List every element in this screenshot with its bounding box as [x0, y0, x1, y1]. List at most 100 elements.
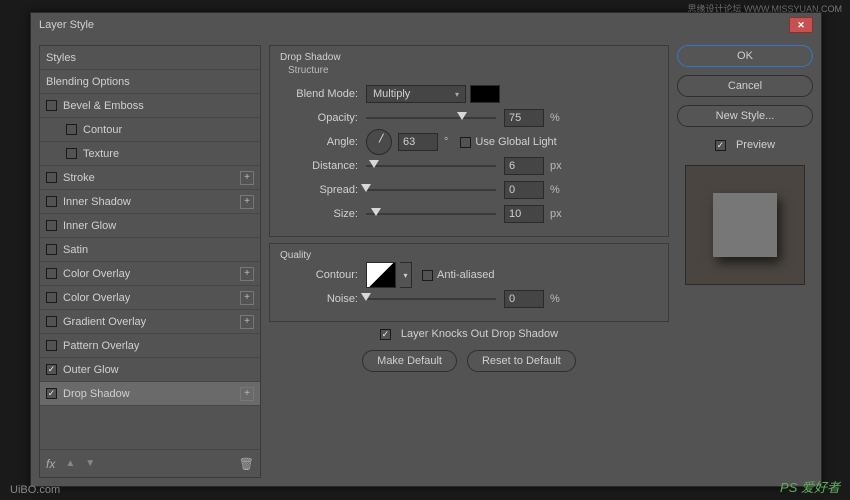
sidebar-item-outer-glow[interactable]: Outer Glow — [40, 358, 260, 382]
sidebar-label: Satin — [63, 244, 254, 256]
layer-style-dialog: Layer Style ✕ Styles Blending Options Beve… — [30, 12, 822, 487]
opacity-slider[interactable] — [366, 111, 496, 125]
preview-swatch — [713, 193, 777, 257]
distance-unit: px — [550, 160, 562, 172]
add-icon[interactable]: + — [240, 291, 254, 305]
right-panel: OK Cancel New Style... Preview — [677, 45, 813, 478]
global-light-checkbox[interactable] — [460, 137, 471, 148]
close-button[interactable]: ✕ — [789, 17, 813, 33]
add-icon[interactable]: + — [240, 315, 254, 329]
checkbox[interactable] — [66, 148, 77, 159]
quality-group: Quality Contour: ▾ Anti-aliased Noise: 0… — [269, 243, 669, 322]
checkbox[interactable] — [46, 292, 57, 303]
structure-title: Structure — [288, 65, 658, 76]
spread-unit: % — [550, 184, 560, 196]
titlebar: Layer Style ✕ — [31, 13, 821, 37]
sidebar-item-color-overlay[interactable]: Color Overlay+ — [40, 262, 260, 286]
distance-input[interactable]: 6 — [504, 157, 544, 175]
sidebar-label: Outer Glow — [63, 364, 254, 376]
knockout-checkbox[interactable] — [380, 329, 391, 340]
angle-label: Angle: — [280, 136, 366, 148]
quality-title: Quality — [280, 250, 658, 261]
sidebar-item-pattern-overlay[interactable]: Pattern Overlay — [40, 334, 260, 358]
structure-group: Drop Shadow Structure Blend Mode: Multip… — [269, 45, 669, 237]
sidebar-item-contour[interactable]: Contour — [40, 118, 260, 142]
angle-dial[interactable] — [366, 129, 392, 155]
contour-picker[interactable] — [366, 262, 396, 288]
size-slider[interactable] — [366, 207, 496, 221]
checkbox[interactable] — [46, 316, 57, 327]
size-label: Size: — [280, 208, 366, 220]
sidebar-label: Inner Shadow — [63, 196, 240, 208]
blend-mode-select[interactable]: Multiply ▾ — [366, 85, 466, 103]
cancel-button[interactable]: Cancel — [677, 75, 813, 97]
sidebar-item-stroke[interactable]: Stroke+ — [40, 166, 260, 190]
checkbox[interactable] — [46, 172, 57, 183]
sidebar-item-inner-shadow[interactable]: Inner Shadow+ — [40, 190, 260, 214]
antialiased-checkbox[interactable] — [422, 270, 433, 281]
make-default-button[interactable]: Make Default — [362, 350, 457, 372]
sidebar-label: Pattern Overlay — [63, 340, 254, 352]
noise-slider[interactable] — [366, 292, 496, 306]
size-input[interactable]: 10 — [504, 205, 544, 223]
knockout-label: Layer Knocks Out Drop Shadow — [401, 328, 558, 340]
checkbox[interactable] — [46, 196, 57, 207]
sidebar-label: Color Overlay — [63, 268, 240, 280]
sidebar-item-satin[interactable]: Satin — [40, 238, 260, 262]
arrow-up-icon[interactable]: ▲ — [65, 458, 75, 469]
sidebar-item-drop-shadow[interactable]: Drop Shadow+ — [40, 382, 260, 406]
drop-shadow-title: Drop Shadow — [280, 52, 658, 63]
checkbox[interactable] — [46, 220, 57, 231]
arrow-down-icon[interactable]: ▼ — [85, 458, 95, 469]
sidebar-item-styles[interactable]: Styles — [40, 46, 260, 70]
sidebar-item-bevel-emboss[interactable]: Bevel & Emboss — [40, 94, 260, 118]
fx-icon[interactable]: fx — [46, 457, 55, 471]
sidebar-label: Gradient Overlay — [63, 316, 240, 328]
spread-slider[interactable] — [366, 183, 496, 197]
spread-label: Spread: — [280, 184, 366, 196]
checkbox[interactable] — [66, 124, 77, 135]
sidebar-label: Contour — [83, 124, 254, 136]
checkbox[interactable] — [46, 340, 57, 351]
sidebar-item-blending-options[interactable]: Blending Options — [40, 70, 260, 94]
add-icon[interactable]: + — [240, 195, 254, 209]
ok-button[interactable]: OK — [677, 45, 813, 67]
checkbox[interactable] — [46, 100, 57, 111]
distance-label: Distance: — [280, 160, 366, 172]
antialiased-label: Anti-aliased — [437, 269, 494, 281]
spread-input[interactable]: 0 — [504, 181, 544, 199]
contour-dropdown[interactable]: ▾ — [400, 262, 412, 288]
sidebar-item-gradient-overlay[interactable]: Gradient Overlay+ — [40, 310, 260, 334]
size-unit: px — [550, 208, 562, 220]
add-icon[interactable]: + — [240, 387, 254, 401]
sidebar-label: Styles — [46, 52, 254, 64]
preview-checkbox[interactable] — [715, 140, 726, 151]
checkbox[interactable] — [46, 364, 57, 375]
blend-mode-value: Multiply — [373, 88, 410, 100]
noise-input[interactable]: 0 — [504, 290, 544, 308]
add-icon[interactable]: + — [240, 267, 254, 281]
trash-icon[interactable]: 🗑 — [239, 457, 254, 471]
main-panel: Drop Shadow Structure Blend Mode: Multip… — [269, 45, 669, 478]
sidebar-label: Bevel & Emboss — [63, 100, 254, 112]
distance-slider[interactable] — [366, 159, 496, 173]
sidebar-label: Texture — [83, 148, 254, 160]
reset-default-button[interactable]: Reset to Default — [467, 350, 576, 372]
sidebar-label: Blending Options — [46, 76, 254, 88]
shadow-color-swatch[interactable] — [470, 85, 500, 103]
sidebar-item-inner-glow[interactable]: Inner Glow — [40, 214, 260, 238]
new-style-button[interactable]: New Style... — [677, 105, 813, 127]
angle-input[interactable]: 63 — [398, 133, 438, 151]
add-icon[interactable]: + — [240, 171, 254, 185]
sidebar-item-texture[interactable]: Texture — [40, 142, 260, 166]
noise-unit: % — [550, 293, 560, 305]
checkbox[interactable] — [46, 388, 57, 399]
checkbox[interactable] — [46, 244, 57, 255]
opacity-unit: % — [550, 112, 560, 124]
opacity-input[interactable]: 75 — [504, 109, 544, 127]
checkbox[interactable] — [46, 268, 57, 279]
watermark-bottom: PS 爱好者 — [780, 477, 840, 496]
sidebar-item-color-overlay[interactable]: Color Overlay+ — [40, 286, 260, 310]
opacity-label: Opacity: — [280, 112, 366, 124]
sidebar-footer: fx ▲ ▼ 🗑 — [40, 449, 260, 477]
